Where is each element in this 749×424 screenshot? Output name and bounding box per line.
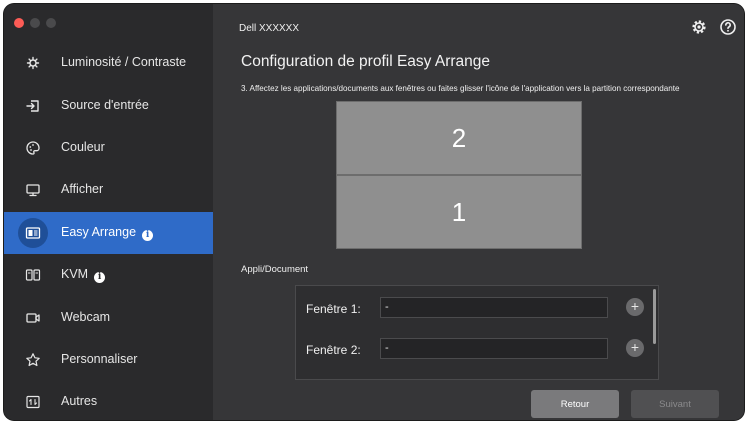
- sidebar-item-brightness-contrast[interactable]: Luminosité / Contraste: [4, 42, 213, 84]
- help-icon[interactable]: [719, 18, 737, 36]
- easy-arrange-icon: [23, 223, 43, 243]
- star-icon: [23, 350, 43, 370]
- sidebar-item-label-wrap: KVM i: [61, 267, 106, 283]
- add-window-2-button[interactable]: +: [626, 339, 644, 357]
- others-icon: [23, 392, 43, 412]
- sidebar-item-label: Personnaliser: [61, 352, 138, 366]
- input-source-icon: [23, 96, 43, 116]
- main-content: Dell XXXXXX Configuration de profil Easy…: [213, 4, 744, 420]
- sidebar-item-label: Webcam: [61, 310, 111, 324]
- sidebar-item-label: KVM: [61, 267, 89, 281]
- add-window-1-button[interactable]: +: [626, 298, 644, 316]
- sidebar-item-input-source[interactable]: Source d'entrée: [4, 85, 213, 127]
- sidebar-item-easy-arrange[interactable]: Easy Arrange i: [4, 212, 213, 254]
- back-button[interactable]: Retour: [531, 390, 619, 418]
- sidebar-item-kvm[interactable]: KVM i: [4, 254, 213, 296]
- page-title: Configuration de profil Easy Arrange: [241, 53, 491, 70]
- window-assignment-panel: Fenêtre 1: - + Fenêtre 2: - +: [295, 285, 659, 380]
- window-controls: [14, 18, 56, 28]
- minimize-window-button[interactable]: [30, 18, 40, 28]
- panel-scrollbar[interactable]: [653, 289, 656, 344]
- info-icon[interactable]: i: [94, 271, 106, 283]
- brightness-icon: [23, 53, 43, 73]
- instruction-text: 3. Affectez les applications/documents a…: [241, 84, 680, 93]
- partition-number: 1: [451, 196, 467, 227]
- sidebar-item-label: Source d'entrée: [61, 98, 149, 112]
- close-window-button[interactable]: [14, 18, 24, 28]
- window-1-field[interactable]: -: [380, 297, 608, 318]
- sidebar: Luminosité / Contraste Source d'entrée C…: [4, 4, 213, 420]
- display-monitor-icon: [23, 180, 43, 200]
- sidebar-item-label-wrap: Easy Arrange i: [61, 225, 154, 241]
- sidebar-item-display[interactable]: Afficher: [4, 169, 213, 211]
- window-title: Dell XXXXXX: [239, 23, 300, 34]
- window-2-field[interactable]: -: [380, 338, 608, 359]
- app-window: Luminosité / Contraste Source d'entrée C…: [4, 4, 744, 420]
- color-palette-icon: [23, 138, 43, 158]
- window-2-label: Fenêtre 2:: [306, 343, 361, 357]
- window-1-label: Fenêtre 1:: [306, 302, 361, 316]
- sidebar-item-label: Afficher: [61, 182, 104, 196]
- partition-number: 2: [451, 122, 467, 153]
- sidebar-item-personalize[interactable]: Personnaliser: [4, 339, 213, 381]
- sidebar-item-label: Easy Arrange: [61, 225, 137, 239]
- sidebar-item-webcam[interactable]: Webcam: [4, 297, 213, 339]
- sidebar-item-others[interactable]: Autres: [4, 381, 213, 420]
- info-icon[interactable]: i: [142, 229, 154, 241]
- sidebar-item-color[interactable]: Couleur: [4, 127, 213, 169]
- kvm-icon: [23, 265, 43, 285]
- gear-icon[interactable]: [690, 18, 708, 36]
- partition-2[interactable]: 2: [336, 101, 582, 175]
- sidebar-item-label: Couleur: [61, 140, 105, 154]
- webcam-icon: [23, 308, 43, 328]
- partition-1[interactable]: 1: [336, 175, 582, 249]
- sidebar-item-label: Autres: [61, 394, 98, 408]
- next-button[interactable]: Suivant: [631, 390, 719, 418]
- zoom-window-button[interactable]: [46, 18, 56, 28]
- section-label: Appli/Document: [241, 264, 309, 275]
- sidebar-item-label: Luminosité / Contraste: [61, 55, 187, 69]
